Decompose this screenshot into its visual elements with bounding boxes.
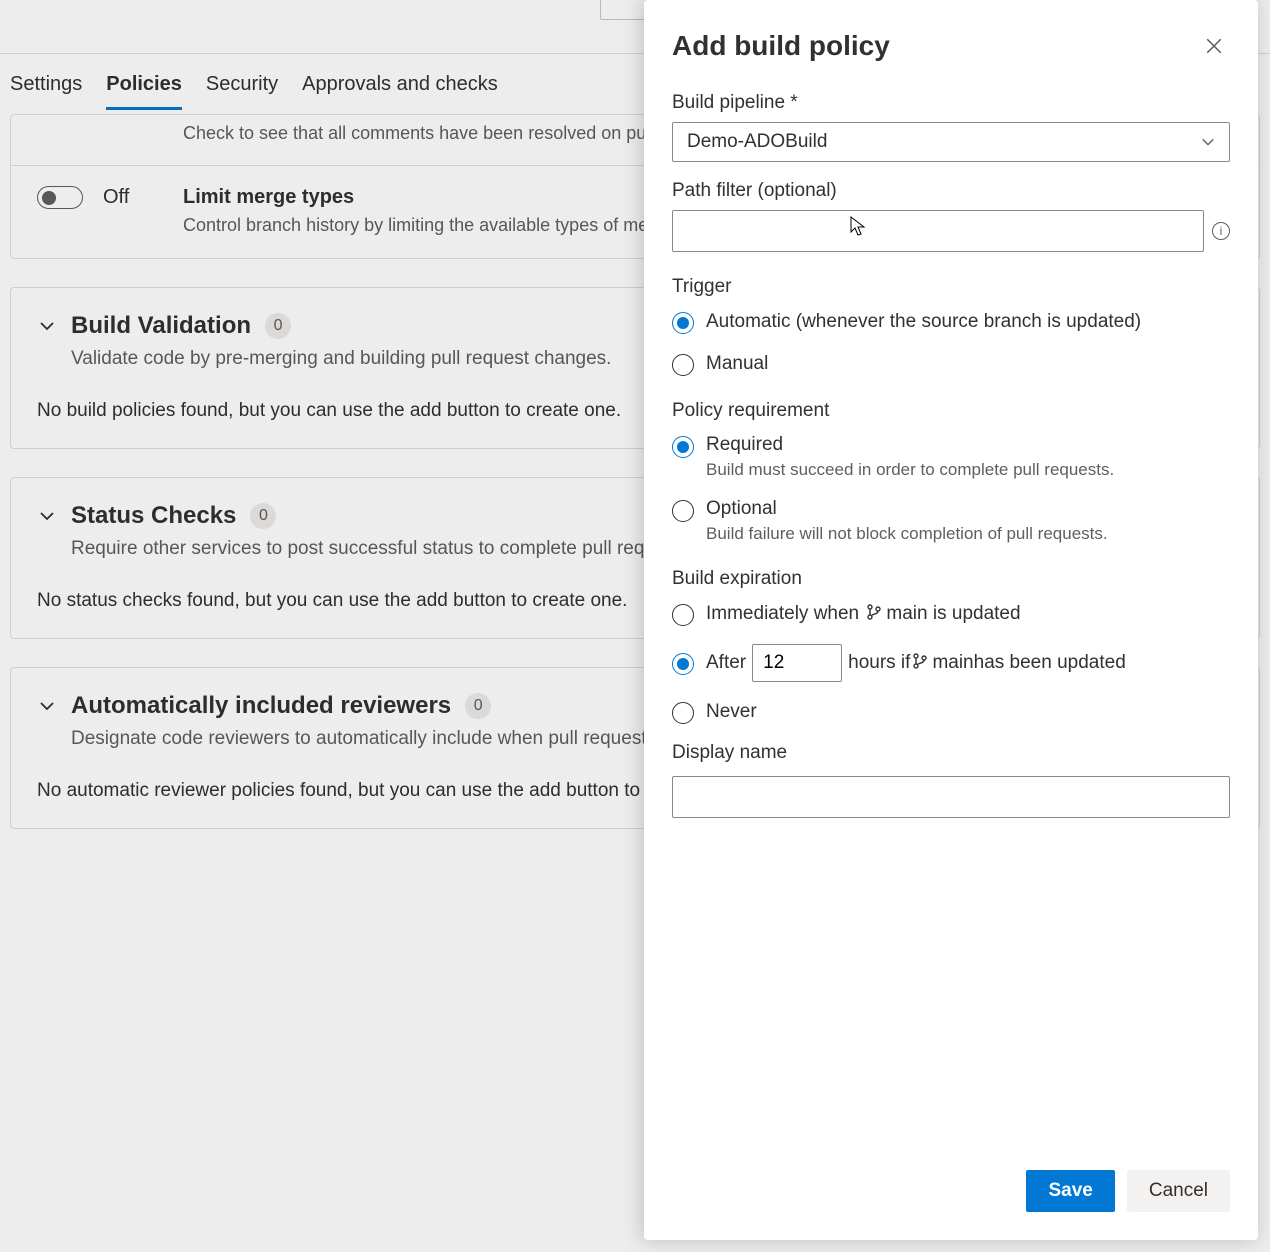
cancel-button[interactable]: Cancel: [1127, 1170, 1230, 1212]
radio-icon: [672, 436, 694, 458]
policy-required-radio[interactable]: Required Build must succeed in order to …: [672, 434, 1230, 480]
policy-optional-sub: Build failure will not block completion …: [706, 524, 1108, 544]
build-pipeline-label: Build pipeline *: [672, 92, 1230, 114]
status-checks-count: 0: [250, 503, 276, 529]
radio-icon: [672, 354, 694, 376]
policy-required-label: Required: [706, 434, 1114, 456]
toggle-knob: [42, 191, 56, 205]
radio-icon: [672, 653, 694, 675]
expire-immediate-radio[interactable]: Immediately when main is updated: [672, 602, 1230, 626]
trigger-manual-label: Manual: [706, 353, 768, 375]
expire-after-pre: After: [706, 652, 746, 674]
display-name-label: Display name: [672, 742, 1230, 764]
auto-reviewers-title: Automatically included reviewers: [71, 692, 451, 720]
expire-immediate-post: is updated: [928, 603, 1021, 624]
build-validation-count: 0: [265, 313, 291, 339]
branch-icon: [912, 653, 928, 675]
chevron-down-icon[interactable]: [37, 316, 57, 336]
expire-after-branch: main: [932, 652, 973, 674]
limit-merge-toggle[interactable]: [37, 186, 83, 209]
expire-immediate-branch: main: [886, 603, 927, 624]
expire-hours-input[interactable]: [752, 644, 842, 682]
build-pipeline-value: Demo-ADOBuild: [687, 131, 827, 153]
expire-after-mid: hours if: [848, 652, 910, 674]
policy-required-sub: Build must succeed in order to complete …: [706, 460, 1114, 480]
build-validation-title: Build Validation: [71, 312, 251, 340]
policy-req-label: Policy requirement: [672, 400, 1230, 422]
chevron-down-icon[interactable]: [37, 506, 57, 526]
policy-optional-label: Optional: [706, 498, 1108, 520]
expire-after-post: has been updated: [974, 652, 1126, 674]
limit-merge-state: Off: [103, 186, 163, 209]
add-build-policy-panel: Add build policy Build pipeline * Demo-A…: [644, 0, 1258, 1240]
expire-immediate-pre: Immediately when: [706, 603, 864, 624]
path-filter-label: Path filter (optional): [672, 180, 1230, 202]
panel-title: Add build policy: [672, 30, 890, 62]
build-pipeline-dropdown[interactable]: Demo-ADOBuild: [672, 122, 1230, 162]
chevron-down-icon: [1201, 135, 1215, 149]
trigger-manual-radio[interactable]: Manual: [672, 352, 1230, 376]
tab-settings[interactable]: Settings: [10, 59, 82, 110]
radio-icon: [672, 604, 694, 626]
expire-never-label: Never: [706, 701, 757, 723]
branch-icon: [866, 604, 882, 626]
trigger-label: Trigger: [672, 276, 1230, 298]
close-icon[interactable]: [1198, 30, 1230, 62]
info-icon[interactable]: i: [1212, 222, 1230, 240]
auto-reviewers-count: 0: [465, 693, 491, 719]
build-expiration-label: Build expiration: [672, 568, 1230, 590]
status-checks-title: Status Checks: [71, 502, 236, 530]
tab-security[interactable]: Security: [206, 59, 278, 110]
policy-optional-radio[interactable]: Optional Build failure will not block co…: [672, 498, 1230, 544]
trigger-auto-radio[interactable]: Automatic (whenever the source branch is…: [672, 310, 1230, 334]
tab-policies[interactable]: Policies: [106, 59, 182, 110]
display-name-input[interactable]: [672, 776, 1230, 818]
chevron-down-icon[interactable]: [37, 696, 57, 716]
radio-icon: [672, 312, 694, 334]
path-filter-input[interactable]: [672, 210, 1204, 252]
radio-icon: [672, 702, 694, 724]
tab-approvals[interactable]: Approvals and checks: [302, 59, 498, 110]
expire-after-radio[interactable]: After hours if main has been updated: [672, 644, 1230, 682]
radio-icon: [672, 500, 694, 522]
trigger-auto-label: Automatic (whenever the source branch is…: [706, 311, 1141, 333]
save-button[interactable]: Save: [1026, 1170, 1114, 1212]
expire-never-radio[interactable]: Never: [672, 700, 1230, 724]
